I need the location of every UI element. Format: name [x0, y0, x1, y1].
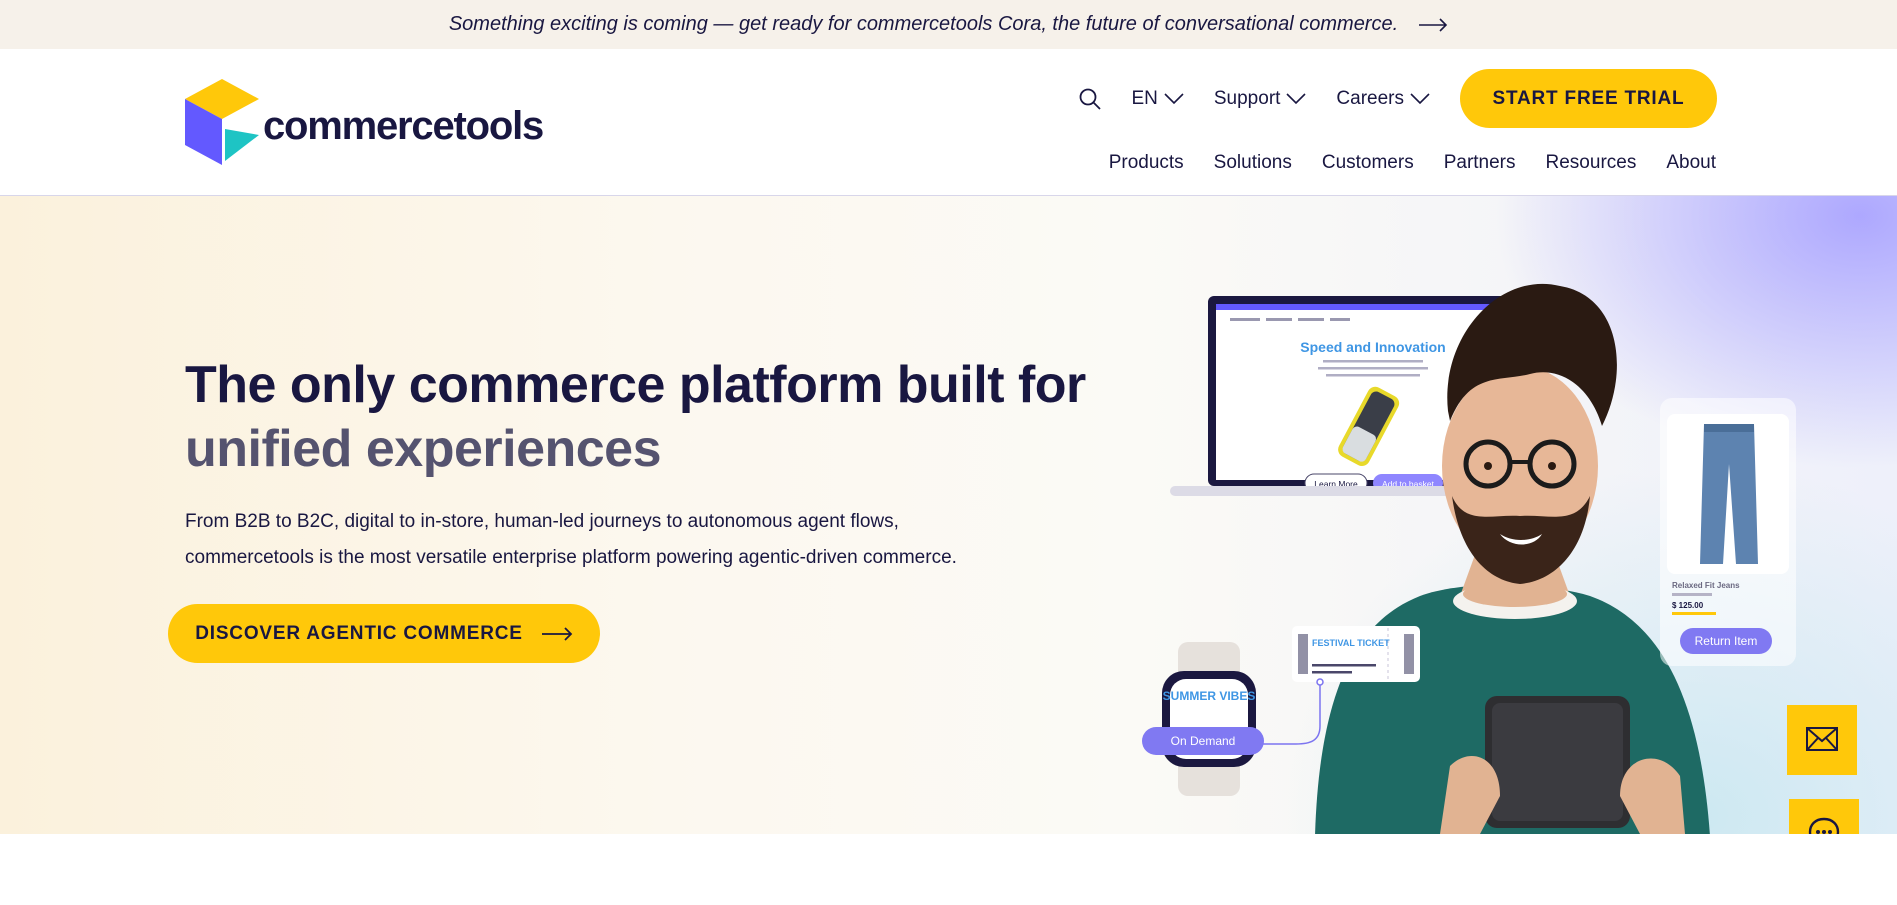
discover-button-label: DISCOVER AGENTIC COMMERCE: [195, 622, 523, 644]
nav-item-products[interactable]: Products: [1109, 152, 1184, 174]
support-menu[interactable]: Support: [1214, 88, 1307, 110]
contact-mail-button[interactable]: [1787, 705, 1857, 775]
hero-title-line2: unified experiences: [185, 420, 662, 478]
support-label: Support: [1213, 87, 1281, 109]
utility-nav: EN Support Careers START FREE TRIAL: [1079, 69, 1717, 128]
logo[interactable]: commercetools: [185, 79, 544, 165]
arrow-right-icon[interactable]: [1418, 17, 1448, 32]
main-nav: Products Solutions Customers Partners Re…: [1079, 152, 1716, 174]
chevron-down-icon: [1286, 92, 1306, 105]
watch-on-demand-button: On Demand: [1171, 734, 1236, 748]
site-header: commercetools EN Support Careers START F…: [0, 49, 1897, 196]
careers-label: Careers: [1336, 87, 1404, 109]
nav-item-about[interactable]: About: [1666, 152, 1716, 174]
discover-agentic-commerce-button[interactable]: DISCOVER AGENTIC COMMERCE: [168, 604, 600, 663]
chevron-down-icon: [1164, 92, 1184, 105]
hero-title: The only commerce platform built for uni…: [185, 353, 1086, 481]
announcement-bar[interactable]: Something exciting is coming — get ready…: [0, 0, 1897, 49]
smartwatch: SUMMER VIBES On Demand: [1142, 642, 1264, 796]
next-section: [0, 834, 1897, 905]
ticket-title: FESTIVAL TICKET: [1312, 638, 1390, 648]
mail-icon: [1806, 726, 1838, 754]
logo-text: commercetools: [263, 103, 544, 148]
language-label: EN: [1131, 87, 1158, 109]
careers-menu[interactable]: Careers: [1336, 88, 1430, 110]
hero-section: The only commerce platform built for uni…: [0, 196, 1897, 834]
hero-illustration: Speed and Innovation Learn More Add to b…: [1142, 283, 1796, 834]
nav-item-customers[interactable]: Customers: [1322, 152, 1414, 174]
laptop-heading: Speed and Innovation: [1300, 339, 1445, 355]
chevron-down-icon: [1410, 92, 1430, 105]
nav-item-partners[interactable]: Partners: [1444, 152, 1516, 174]
search-icon[interactable]: [1079, 88, 1102, 110]
hero-subtitle: From B2B to B2C, digital to in-store, hu…: [185, 511, 957, 568]
product-name: Relaxed Fit Jeans: [1672, 581, 1740, 590]
logo-cube-icon: [185, 79, 259, 165]
language-selector[interactable]: EN: [1131, 87, 1184, 110]
arrow-right-icon: [541, 626, 573, 641]
announcement-text[interactable]: Something exciting is coming — get ready…: [449, 13, 1398, 36]
nav-item-resources[interactable]: Resources: [1546, 152, 1637, 174]
return-item-button: Return Item: [1695, 634, 1758, 648]
product-price: $ 125.00: [1672, 601, 1704, 610]
start-free-trial-button[interactable]: START FREE TRIAL: [1460, 69, 1717, 128]
watch-text: SUMMER VIBES: [1163, 689, 1256, 703]
product-card: Relaxed Fit Jeans $ 125.00 Return Item: [1660, 398, 1796, 666]
hero-title-line1: The only commerce platform built for: [185, 356, 1086, 414]
nav-item-solutions[interactable]: Solutions: [1214, 152, 1292, 174]
